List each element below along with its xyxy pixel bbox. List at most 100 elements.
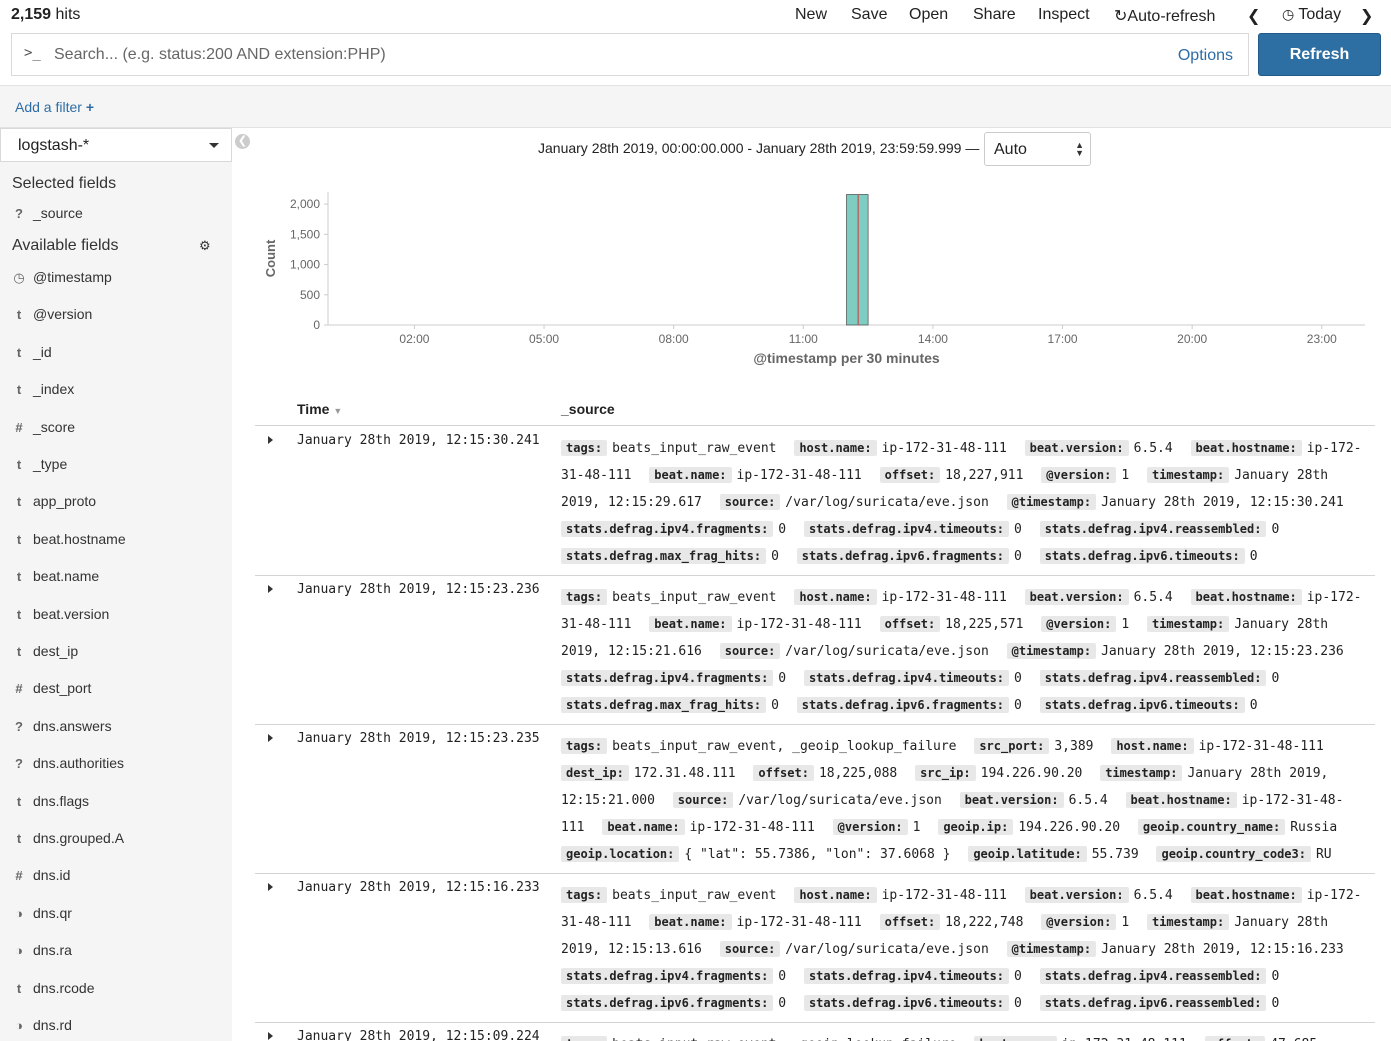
source-field-key: geoip.location: (561, 846, 680, 862)
source-field-key: stats.defrag.ipv6.timeouts: (1039, 548, 1245, 564)
source-field-key: @version: (1041, 914, 1117, 930)
refresh-button[interactable]: Refresh (1258, 33, 1381, 76)
add-filter-link[interactable]: Add a filter + (15, 99, 94, 115)
field-item[interactable]: t _id (0, 342, 232, 366)
field-item[interactable]: # dest_port (0, 678, 232, 702)
field-item[interactable]: t beat.version (0, 604, 232, 628)
x-tick-label: 08:00 (659, 332, 689, 346)
source-field-value: /var/log/suricata/eve.json (785, 942, 989, 957)
top-nav: 2,159 hits New Save Open Share Inspect ↻… (0, 0, 1391, 32)
field-item[interactable]: t dns.flags (0, 791, 232, 815)
field-name: beat.name (33, 568, 100, 585)
field-type-icon: # (15, 681, 23, 697)
field-item[interactable]: # _score (0, 417, 232, 441)
y-tick-label: 0 (313, 318, 320, 332)
source-field-value: 0 (778, 671, 787, 686)
source-field-key: host.name: (794, 589, 877, 605)
field-type-icon: t (16, 344, 22, 360)
x-tick-label: 14:00 (918, 332, 948, 346)
doc-table-header: Time ▼ _source (255, 396, 1375, 426)
menu-share[interactable]: Share (973, 6, 1016, 24)
source-field-value: 18,225,088 (818, 766, 898, 781)
source-field-key: beat.hostname: (1190, 589, 1302, 605)
date-range: January 28th 2019, 00:00:00.000 - Januar… (538, 140, 980, 156)
source-field-key: offset: (879, 467, 941, 483)
options-link[interactable]: Options (1178, 47, 1233, 65)
expand-row-icon[interactable] (268, 1032, 273, 1040)
field-item[interactable]: ◑ dns.qr (0, 903, 232, 927)
source-field-value: 0 (1014, 549, 1022, 564)
field-item[interactable]: t beat.name (0, 566, 232, 590)
refresh-icon: ↻ (1114, 8, 1128, 25)
source-field-key: @timestamp: (1006, 494, 1097, 510)
chevron-right-icon[interactable]: ❯ (1360, 6, 1373, 26)
field-item[interactable]: ? dns.answers (0, 716, 232, 740)
field-item[interactable]: ◑ dns.rd (0, 1015, 232, 1039)
expand-row-icon[interactable] (268, 734, 273, 742)
time-column-header[interactable]: Time ▼ (297, 401, 342, 417)
expand-row-icon[interactable] (268, 436, 273, 444)
expand-row-icon[interactable] (268, 883, 273, 891)
field-item[interactable]: ◷ @timestamp (0, 267, 232, 291)
source-field-value: January 28th 2019, 12:15:16.233 (1101, 942, 1344, 957)
source-field-key: geoip.country_name: (1137, 819, 1286, 835)
field-type-icon: t (16, 606, 22, 622)
source-field-value: /var/log/suricata/eve.json (785, 495, 989, 510)
source-field-key: @version: (832, 819, 908, 835)
table-row[interactable]: January 28th 2019, 12:15:09.224 tags: beat… (255, 1023, 1375, 1041)
field-type-icon: t (16, 831, 22, 846)
field-item[interactable]: t dns.rcode (0, 978, 232, 1002)
table-row[interactable]: January 28th 2019, 12:15:16.233 tags: beat… (255, 874, 1375, 1023)
source-field-key: geoip.latitude: (968, 846, 1087, 862)
auto-refresh-button[interactable]: ↻Auto-refresh (1114, 6, 1215, 26)
row-time: January 28th 2019, 12:15:16.233 (297, 880, 540, 895)
expand-row-icon[interactable] (268, 585, 273, 593)
table-row[interactable]: January 28th 2019, 12:15:30.241 tags: beat… (255, 427, 1375, 576)
source-field-value: 172.31.48.111 (633, 766, 736, 781)
table-row[interactable]: January 28th 2019, 12:15:23.235 tags: beat… (255, 725, 1375, 874)
x-tick-label: 02:00 (399, 332, 429, 346)
search-input[interactable] (54, 44, 1154, 66)
index-pattern-select[interactable]: logstash-* (0, 128, 232, 162)
field-item[interactable]: t @version (0, 304, 232, 328)
source-field-key: stats.defrag.ipv4.fragments: (561, 670, 774, 686)
source-field-value: 6.5.4 (1133, 888, 1173, 903)
x-tick-label: 23:00 (1307, 332, 1337, 346)
interval-select[interactable]: Auto ▲ ▼ (984, 132, 1091, 166)
field-item[interactable]: t app_proto (0, 491, 232, 515)
source-field-value: ip-172-31-48-111 (736, 468, 862, 483)
gear-icon[interactable]: ⚙ (199, 238, 211, 254)
row-source: tags: beats_input_raw_event, _geoip_looku… (561, 1031, 1369, 1041)
menu-save[interactable]: Save (851, 6, 887, 24)
source-field-value: beats_input_raw_event (612, 441, 777, 456)
field-name: dns.answers (33, 717, 112, 734)
field-item[interactable]: ? dns.authorities (0, 753, 232, 777)
row-source: tags: beats_input_raw_event host.name: ip-… (561, 435, 1369, 570)
source-field-key: source: (719, 494, 781, 510)
field-type-icon: t (16, 793, 22, 809)
source-field-value: 3,389 (1054, 739, 1094, 754)
source-field-key: geoip.country_code3: (1156, 846, 1311, 862)
row-time: January 28th 2019, 12:15:23.235 (297, 731, 540, 746)
source-field-key: timestamp: (1146, 616, 1230, 632)
source-field-key: stats.defrag.ipv4.fragments: (561, 968, 774, 984)
menu-open[interactable]: Open (909, 6, 948, 24)
menu-new[interactable]: New (795, 6, 827, 24)
field-item[interactable]: t dns.grouped.A (0, 828, 232, 852)
menu-inspect[interactable]: Inspect (1038, 6, 1090, 24)
field-item[interactable]: t _index (0, 379, 232, 403)
field-item[interactable]: t _type (0, 454, 232, 478)
field-item[interactable]: ◑ dns.ra (0, 940, 232, 964)
source-field-value: 6.5.4 (1133, 441, 1173, 456)
field-item[interactable]: t beat.hostname (0, 529, 232, 553)
histogram-chart: 0 500 1,000 1,500 2,000 02:00 05:00 08:00 11:00 1… (263, 192, 1365, 366)
source-field-value: ip-172-31-48-111 (736, 617, 862, 632)
field-item[interactable]: t dest_ip (0, 641, 232, 665)
chevron-left-icon[interactable]: ❮ (1247, 6, 1260, 26)
field-name: _type (33, 456, 68, 472)
time-picker-button[interactable]: ◷ Today (1282, 6, 1341, 24)
table-row[interactable]: January 28th 2019, 12:15:23.236 tags: beat… (255, 576, 1375, 725)
field-item[interactable]: # dns.id (0, 865, 232, 889)
field-item-source[interactable]: ? _source (0, 203, 232, 227)
collapse-sidebar-icon[interactable]: ❮ (235, 134, 250, 149)
